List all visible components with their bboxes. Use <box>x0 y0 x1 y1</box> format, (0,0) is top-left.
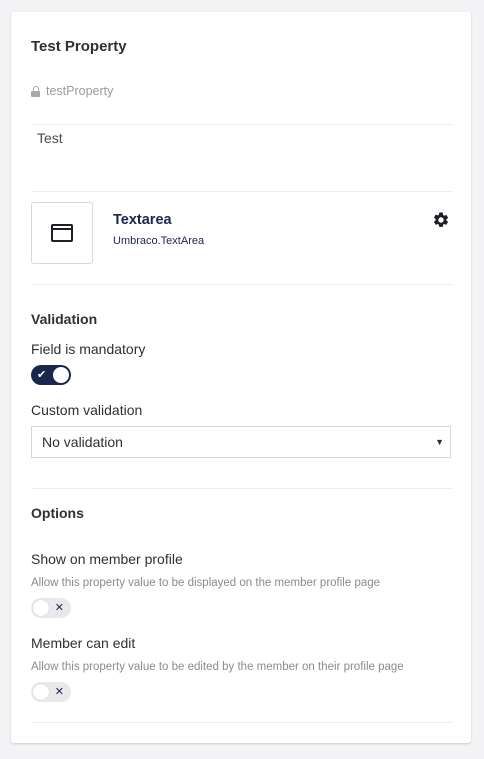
window-icon <box>51 224 73 242</box>
property-name[interactable]: Test Property <box>31 38 127 55</box>
member-can-edit-label: Member can edit <box>31 635 136 651</box>
member-can-edit-help: Allow this property value to be edited b… <box>31 661 404 673</box>
editor-name: Textarea <box>113 212 172 228</box>
lock-icon[interactable] <box>31 85 40 97</box>
custom-validation-label: Custom validation <box>31 402 143 418</box>
divider <box>31 124 452 125</box>
divider <box>31 488 452 489</box>
toggle-knob <box>33 684 49 700</box>
property-alias-text: testProperty <box>46 84 114 98</box>
property-settings-panel: Test Property testProperty Test Textarea… <box>11 12 471 743</box>
editor-alias: Umbraco.TextArea <box>113 235 205 247</box>
divider <box>31 191 452 192</box>
gear-icon[interactable] <box>432 211 450 229</box>
mandatory-label: Field is mandatory <box>31 341 146 357</box>
close-icon: ✕ <box>54 602 64 614</box>
options-title: Options <box>31 505 84 521</box>
property-description[interactable]: Test <box>37 130 63 146</box>
caret-down-icon: ▼ <box>435 437 444 447</box>
custom-validation-value: No validation <box>42 434 123 450</box>
show-on-profile-label: Show on member profile <box>31 551 183 567</box>
show-on-profile-toggle[interactable]: ✕ <box>31 598 71 618</box>
property-alias[interactable]: testProperty <box>31 84 113 98</box>
custom-validation-select[interactable]: No validation ▼ <box>31 426 451 458</box>
close-icon: ✕ <box>54 686 64 698</box>
validation-title: Validation <box>31 311 98 327</box>
member-can-edit-toggle[interactable]: ✕ <box>31 682 71 702</box>
toggle-knob <box>53 367 69 383</box>
divider <box>31 722 452 723</box>
editor-picker-button[interactable] <box>31 202 93 264</box>
check-icon: ✔ <box>37 369 47 381</box>
divider <box>31 284 452 285</box>
show-on-profile-help: Allow this property value to be displaye… <box>31 577 381 589</box>
toggle-knob <box>33 600 49 616</box>
mandatory-toggle[interactable]: ✔ <box>31 365 71 385</box>
